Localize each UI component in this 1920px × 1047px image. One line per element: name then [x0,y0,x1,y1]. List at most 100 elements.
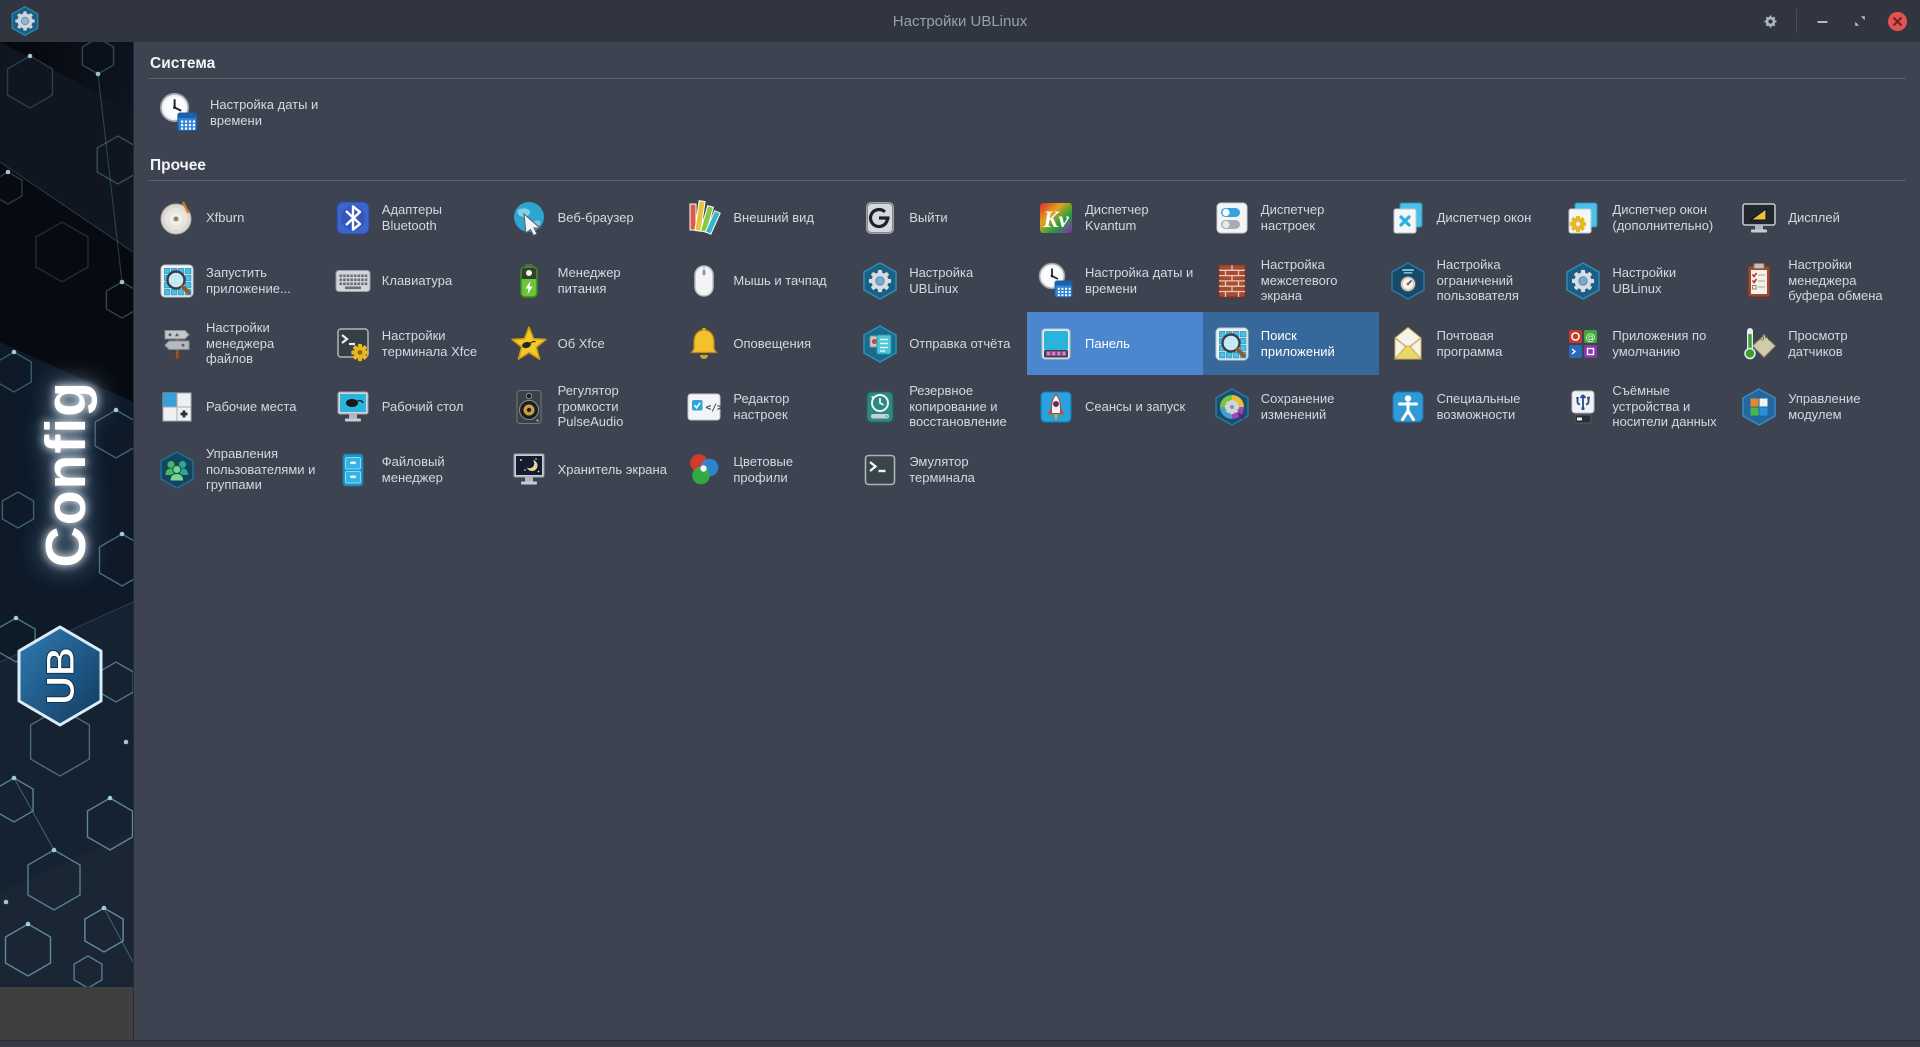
kvantum-icon: Kv [1036,198,1076,238]
app-item-label: Диспетчер окон (дополнительно) [1612,202,1725,234]
app-item[interactable]: Настройка даты и времени [148,84,324,142]
restore-button[interactable] [1849,10,1871,32]
bell-icon [684,324,724,364]
app-item[interactable]: Диспетчер окон (дополнительно) [1554,186,1730,249]
app-item-label: Поиск приложений [1261,328,1374,360]
app-item[interactable]: Адаптеры Bluetooth [324,186,500,249]
terminal-settings-icon [333,324,373,364]
app-item-label: Дисплей [1788,210,1840,226]
mouse-icon [684,261,724,301]
app-item[interactable]: Настройка ограничений пользователя [1379,249,1555,312]
app-item[interactable]: Мышь и тачпад [675,249,851,312]
app-item[interactable]: Рабочий стол [324,375,500,438]
app-item[interactable]: Настройки терминала Xfce [324,312,500,375]
app-item-label: Клавиатура [382,273,452,289]
app-item-label: Сеансы и запуск [1085,399,1185,415]
app-item-label: Оповещения [733,336,811,352]
app-item[interactable]: 30°C Просмотр датчиков [1730,312,1906,375]
desktop-icon [333,387,373,427]
pulseaudio-icon [509,387,549,427]
app-item-label: Съёмные устройства и носители данных [1612,383,1725,431]
app-item[interactable]: Запустить приложение... [148,249,324,312]
app-item[interactable]: Xfburn [148,186,324,249]
power-manager-icon [509,261,549,301]
app-item[interactable]: Веб-браузер [500,186,676,249]
app-item[interactable]: Диспетчер окон [1379,186,1555,249]
app-item[interactable]: Резервное копирование и восстановление [851,375,1027,438]
section-title-system: Система [148,48,1906,78]
app-item-label: Диспетчер настроек [1261,202,1374,234]
app-item[interactable]: Менеджер питания [500,249,676,312]
rocket-icon [1036,387,1076,427]
app-item-label: Веб-браузер [558,210,634,226]
app-item[interactable]: Панель [1027,312,1203,375]
mail-icon [1388,324,1428,364]
app-item-label: Эмулятор терминала [909,454,1022,486]
window-body: Config UB Система Настройка даты и време… [0,42,1920,1040]
app-item[interactable]: Настройка UBLinux [851,249,1027,312]
app-item[interactable]: Настройки менеджера файлов [148,312,324,375]
titlebar-gear-icon[interactable] [1759,10,1781,32]
ub-gear-icon [1563,261,1603,301]
app-item[interactable]: Управление модулем [1730,375,1906,438]
app-item-label: Мышь и тачпад [733,273,826,289]
app-item[interactable]: Управления пользователями и группами [148,438,324,501]
app-item[interactable]: Регулятор громкости PulseAudio [500,375,676,438]
file-cabinet-icon [333,450,373,490]
app-item-label: Адаптеры Bluetooth [382,202,495,234]
other-grid: Xfburn Адаптеры Bluetooth Веб-браузер Вн… [148,186,1906,501]
app-item[interactable]: Настройка межсетевого экрана [1203,249,1379,312]
app-item[interactable]: Клавиатура [324,249,500,312]
app-item[interactable]: </> Редактор настроек [675,375,851,438]
app-item[interactable]: Файловый менеджер [324,438,500,501]
app-finder-icon [157,261,197,301]
app-item-label: Менеджер питания [558,265,671,297]
app-item[interactable]: Дисплей [1730,186,1906,249]
section-title-other: Прочее [148,150,1906,180]
svg-text:30°C: 30°C [1756,334,1773,342]
window-manager-tweaks-icon [1563,198,1603,238]
svg-text:</>: </> [706,402,723,413]
users-icon [157,450,197,490]
window-controls [1759,0,1908,42]
settings-content: Система Настройка даты и времени Прочее … [133,42,1920,1040]
app-item[interactable]: Настройка даты и времени [1027,249,1203,312]
app-item[interactable]: Отправка отчёта [851,312,1027,375]
app-item[interactable]: Хранитель экрана [500,438,676,501]
app-item[interactable]: Диспетчер настроек [1203,186,1379,249]
app-item[interactable]: Почтовая программа [1379,312,1555,375]
display-icon [1739,198,1779,238]
app-item[interactable]: Рабочие места [148,375,324,438]
app-item[interactable]: Оповещения [675,312,851,375]
minimize-button[interactable] [1812,10,1834,32]
ub-gear-icon [860,261,900,301]
app-item[interactable]: Специальные возможности [1379,375,1555,438]
app-item-label: Приложения по умолчанию [1612,328,1725,360]
close-button[interactable] [1886,10,1908,32]
app-item[interactable]: Съёмные устройства и носители данных [1554,375,1730,438]
app-item[interactable]: Сохранение изменений [1203,375,1379,438]
firewall-icon [1212,261,1252,301]
app-item[interactable]: @ Приложения по умолчанию [1554,312,1730,375]
system-grid: Настройка даты и времени [148,84,1906,142]
app-item[interactable]: Об Xfce [500,312,676,375]
app-item[interactable]: Цветовые профили [675,438,851,501]
app-item[interactable]: Выйти [851,186,1027,249]
save-changes-icon [1212,387,1252,427]
app-item-label: Управление модулем [1788,391,1901,423]
app-item[interactable]: Настройки менеджера буфера обмена [1730,249,1906,312]
app-item[interactable]: Эмулятор терминала [851,438,1027,501]
settings-manager-icon [1212,198,1252,238]
app-item[interactable]: Kv Диспетчер Kvantum [1027,186,1203,249]
app-item-label: Отправка отчёта [909,336,1010,352]
signpost-icon [157,324,197,364]
appearance-icon [684,198,724,238]
app-item-label: Рабочий стол [382,399,464,415]
app-item-label: Настройка даты и времени [1085,265,1198,297]
app-item[interactable]: Сеансы и запуск [1027,375,1203,438]
app-item[interactable]: Внешний вид [675,186,851,249]
app-item[interactable]: Настройки UBLinux [1554,249,1730,312]
app-item[interactable]: Поиск приложений [1203,312,1379,375]
app-item-label: Рабочие места [206,399,296,415]
clipboard-icon [1739,261,1779,301]
